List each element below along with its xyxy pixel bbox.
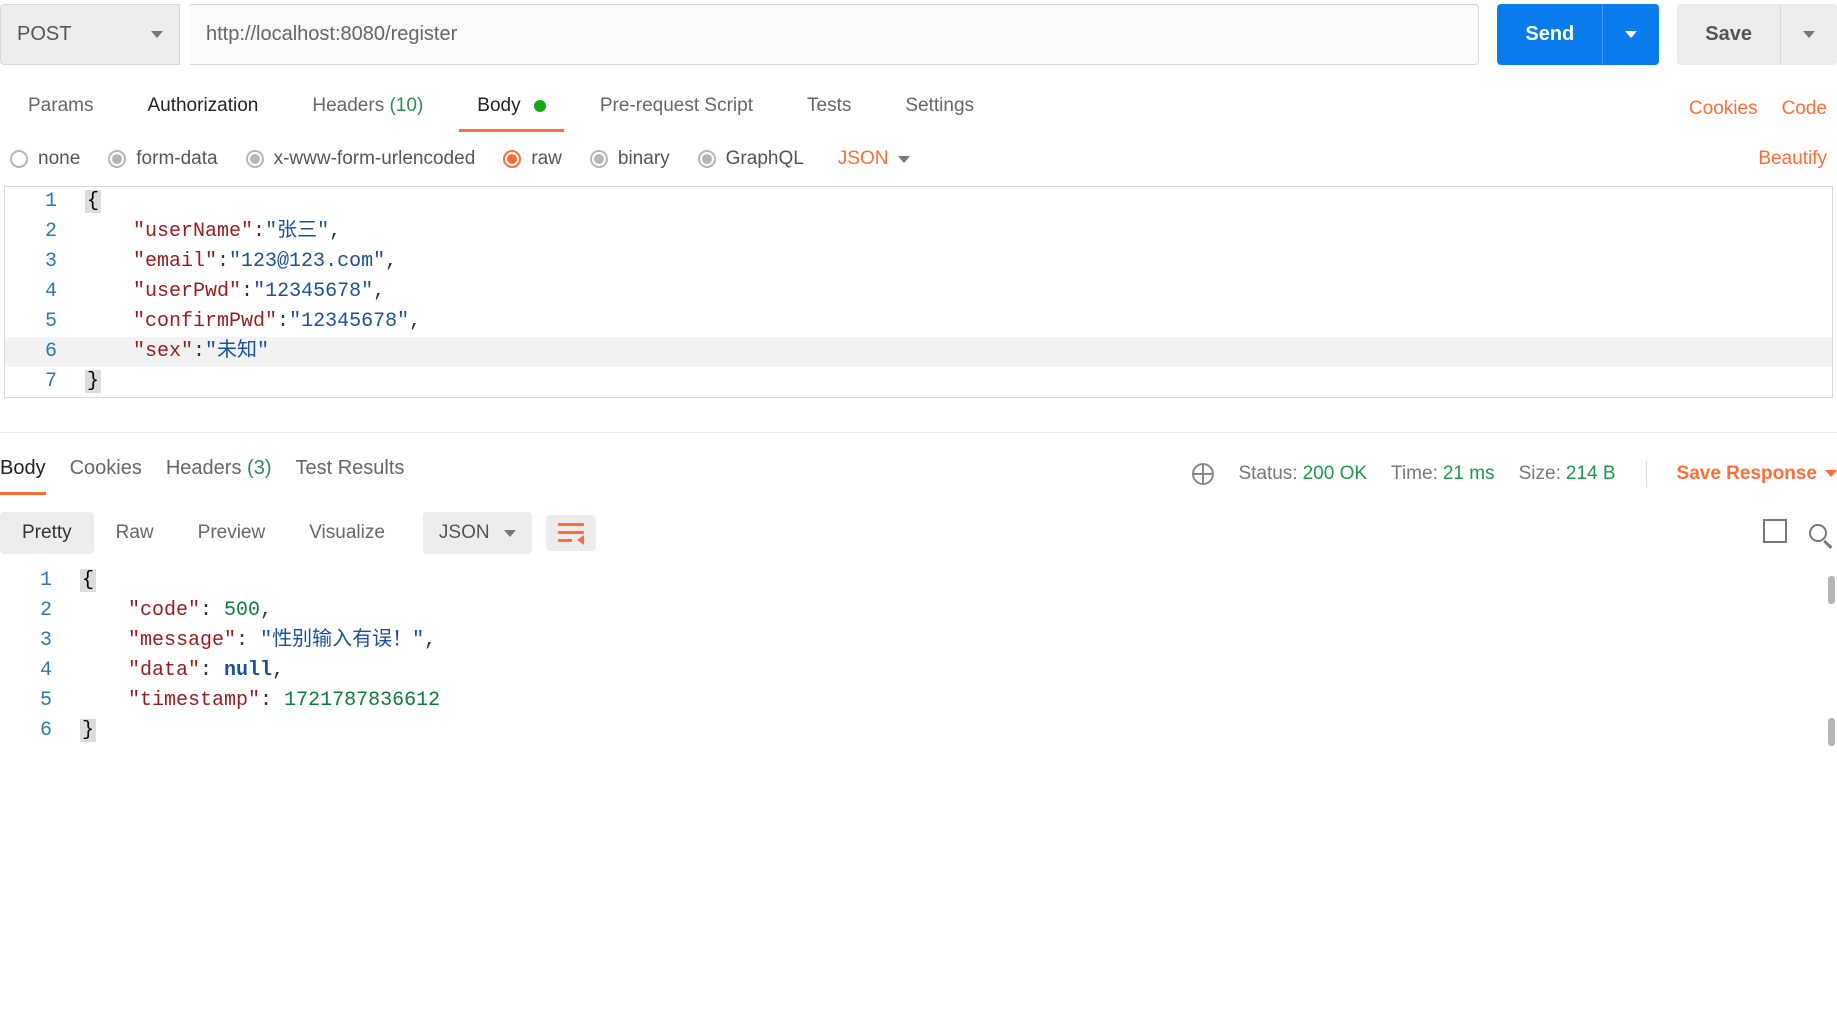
chevron-down-icon: [898, 156, 910, 163]
view-mode-visualize[interactable]: Visualize: [287, 512, 407, 554]
view-mode-raw[interactable]: Raw: [94, 512, 176, 554]
body-type-none[interactable]: none: [10, 148, 80, 170]
response-format-select[interactable]: JSON: [423, 512, 532, 554]
radio-icon: [108, 150, 126, 168]
tab-body-label: Body: [477, 95, 520, 116]
line-number: 6: [0, 716, 80, 746]
separator: [1646, 461, 1647, 487]
body-type-formdata[interactable]: form-data: [108, 148, 217, 170]
chevron-down-icon: [1625, 31, 1637, 38]
line-number: 2: [5, 217, 85, 247]
status-label: Status:: [1238, 463, 1297, 484]
line-number: 1: [0, 566, 80, 596]
search-icon[interactable]: [1809, 524, 1827, 542]
view-mode-pretty[interactable]: Pretty: [0, 512, 94, 554]
tab-prerequest[interactable]: Pre-request Script: [582, 87, 771, 131]
body-type-raw[interactable]: raw: [503, 148, 562, 170]
url-input[interactable]: [190, 4, 1479, 65]
response-headers-count: (3): [247, 457, 271, 479]
headers-count: (10): [389, 95, 423, 116]
line-number: 6: [5, 337, 85, 367]
line-number: 3: [5, 247, 85, 277]
line-number: 4: [0, 656, 80, 686]
chevron-down-icon: [151, 31, 163, 38]
globe-icon[interactable]: [1192, 463, 1214, 485]
line-number: 3: [0, 626, 80, 656]
tab-tests[interactable]: Tests: [789, 87, 869, 131]
response-tab-testresults[interactable]: Test Results: [295, 457, 404, 490]
save-response-button[interactable]: Save Response: [1677, 463, 1837, 485]
response-tab-body[interactable]: Body: [0, 457, 46, 490]
scrollbar[interactable]: [1828, 576, 1835, 604]
wrap-icon: [558, 523, 584, 543]
tab-body[interactable]: Body: [459, 87, 564, 131]
body-type-graphql[interactable]: GraphQL: [698, 148, 804, 170]
status-value: 200 OK: [1303, 463, 1367, 484]
size-label: Size:: [1519, 463, 1561, 484]
scrollbar[interactable]: [1828, 718, 1835, 746]
http-method-label: POST: [17, 23, 71, 46]
radio-icon: [10, 150, 28, 168]
radio-icon: [590, 150, 608, 168]
response-tab-cookies[interactable]: Cookies: [70, 457, 142, 490]
tab-settings[interactable]: Settings: [887, 87, 992, 131]
beautify-link[interactable]: Beautify: [1758, 148, 1827, 170]
dot-indicator-icon: [534, 100, 546, 112]
request-body-editor[interactable]: 1{ 2 "userName":"张三", 3 "email":"123@123…: [4, 186, 1833, 398]
line-number: 1: [5, 187, 85, 217]
save-dropdown-button[interactable]: [1780, 4, 1837, 65]
tab-authorization[interactable]: Authorization: [129, 87, 276, 131]
chevron-down-icon: [504, 530, 516, 537]
time-value: 21 ms: [1443, 463, 1495, 484]
tab-headers[interactable]: Headers (10): [294, 87, 441, 131]
line-number: 5: [5, 307, 85, 337]
line-number: 4: [5, 277, 85, 307]
size-value: 214 B: [1566, 463, 1616, 484]
wrap-lines-button[interactable]: [546, 515, 596, 551]
copy-icon[interactable]: [1767, 523, 1787, 543]
tab-params[interactable]: Params: [10, 87, 111, 131]
save-button[interactable]: Save: [1677, 4, 1780, 65]
send-button[interactable]: Send: [1497, 4, 1602, 65]
radio-icon: [246, 150, 264, 168]
http-method-select[interactable]: POST: [0, 4, 180, 65]
line-number: 2: [0, 596, 80, 626]
chevron-down-icon: [1803, 31, 1815, 38]
cookies-link[interactable]: Cookies: [1689, 98, 1758, 120]
code-link[interactable]: Code: [1782, 98, 1827, 120]
line-number: 7: [5, 367, 85, 397]
time-label: Time:: [1391, 463, 1438, 484]
body-type-binary[interactable]: binary: [590, 148, 670, 170]
radio-selected-icon: [503, 150, 521, 168]
line-number: 5: [0, 686, 80, 716]
response-tab-headers[interactable]: Headers (3): [166, 457, 272, 490]
chevron-down-icon: [1825, 470, 1837, 477]
body-format-select[interactable]: JSON: [838, 148, 911, 170]
response-body-viewer[interactable]: 1{ 2 "code": 500, 3 "message": "性别输入有误！"…: [0, 566, 1837, 746]
view-mode-preview[interactable]: Preview: [176, 512, 288, 554]
tab-headers-label: Headers: [312, 95, 384, 116]
radio-icon: [698, 150, 716, 168]
body-type-urlencoded[interactable]: x-www-form-urlencoded: [246, 148, 476, 170]
send-dropdown-button[interactable]: [1602, 4, 1659, 65]
